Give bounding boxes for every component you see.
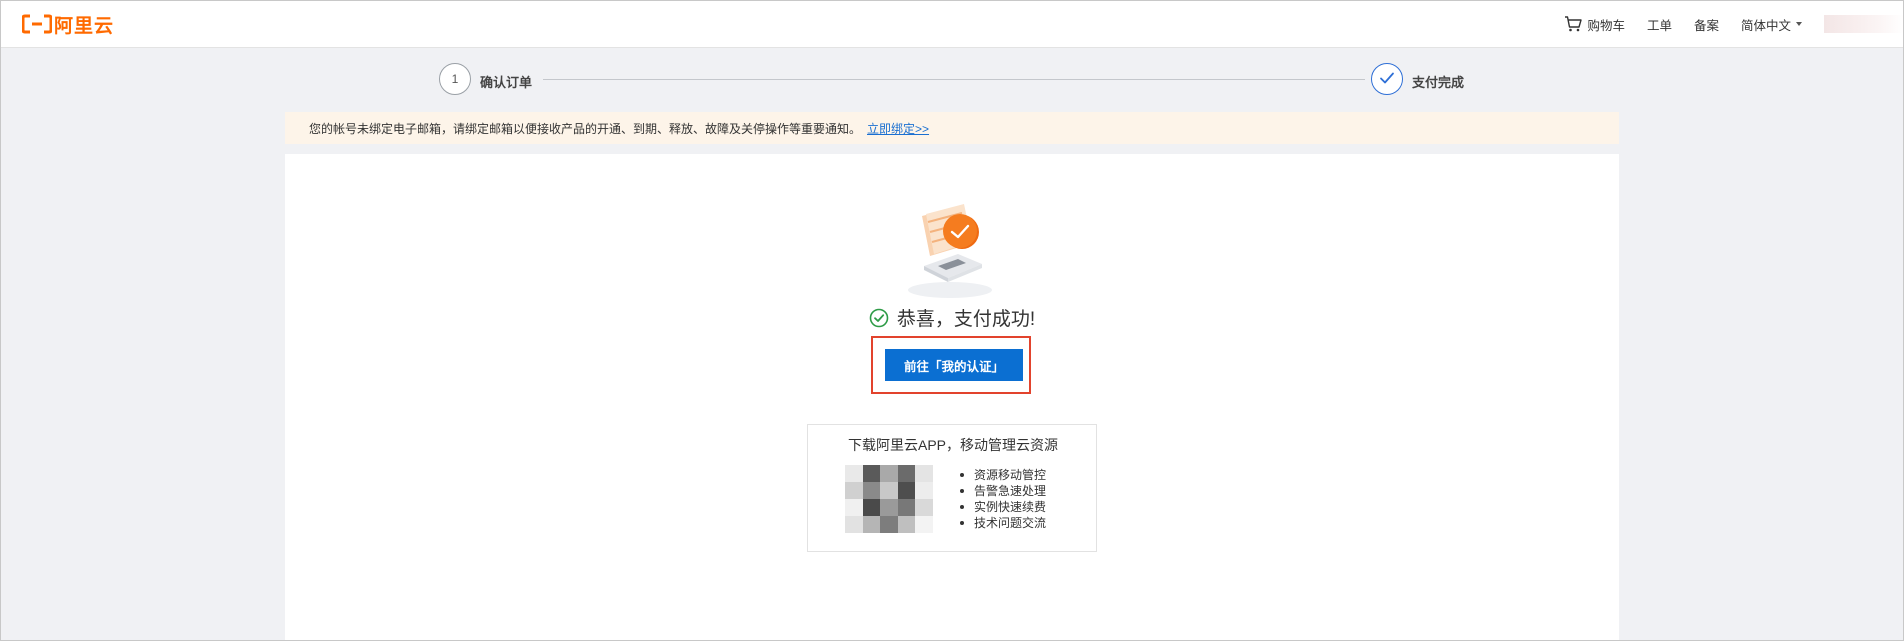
logo-text: 阿里云 xyxy=(54,15,115,37)
qr-code xyxy=(845,465,933,533)
bind-now-link[interactable]: 立即绑定>> xyxy=(867,120,929,137)
email-binding-notice: 您的帐号未绑定电子邮箱，请绑定邮箱以便接收产品的开通、到期、释放、故障及关停操作… xyxy=(285,112,1619,144)
filing-link[interactable]: 备案 xyxy=(1694,15,1719,34)
list-item: 技术问题交流 xyxy=(958,515,1046,531)
list-item: 告警急速处理 xyxy=(958,483,1046,499)
payment-success-message: 恭喜，支付成功! xyxy=(285,304,1619,331)
top-navigation-bar: 阿里云 购物车 工单 备案 简体中文 xyxy=(0,0,1904,48)
step-2-circle xyxy=(1371,63,1403,95)
highlight-box: 前往「我的认证」 xyxy=(871,336,1031,394)
app-download-title: 下载阿里云APP，移动管理云资源 xyxy=(847,437,1058,453)
step-connector-line xyxy=(543,79,1365,80)
ticket-link[interactable]: 工单 xyxy=(1647,15,1672,34)
step-2-label: 支付完成 xyxy=(1412,75,1465,90)
aliyun-logo-icon xyxy=(21,14,53,34)
app-download-box: 下载阿里云APP，移动管理云资源 资源移动管控 告警急速处理 实例快速续费 技术… xyxy=(807,424,1097,552)
check-icon xyxy=(1379,71,1395,88)
app-feature-list: 资源移动管控 告警急速处理 实例快速续费 技术问题交流 xyxy=(958,467,1046,531)
order-progress-steps: 1 确认订单 支付完成 xyxy=(0,62,1904,98)
success-text: 恭喜，支付成功! xyxy=(896,309,1036,330)
cart-icon xyxy=(1564,16,1583,32)
language-selector[interactable]: 简体中文 xyxy=(1741,15,1802,34)
aliyun-logo[interactable]: 阿里云 xyxy=(21,12,115,37)
notice-text: 您的帐号未绑定电子邮箱，请绑定邮箱以便接收产品的开通、到期、释放、故障及关停操作… xyxy=(309,121,862,136)
cart-label: 购物车 xyxy=(1587,18,1625,33)
list-item: 资源移动管控 xyxy=(958,467,1046,483)
language-label: 简体中文 xyxy=(1740,18,1791,33)
payment-illustration xyxy=(900,202,1010,302)
cart-link[interactable]: 购物车 xyxy=(1564,15,1625,34)
success-check-icon xyxy=(869,308,889,328)
header-nav: 购物车 工单 备案 简体中文 xyxy=(1564,0,1904,48)
caret-down-icon xyxy=(1796,22,1802,26)
payment-result-card: 恭喜，支付成功! 前往「我的认证」 下载阿里云APP，移动管理云资源 资源移动管… xyxy=(285,154,1619,641)
list-item: 实例快速续费 xyxy=(958,499,1046,515)
step-1-circle: 1 xyxy=(439,63,471,95)
user-account-avatar[interactable] xyxy=(1824,15,1904,33)
go-to-my-certification-button[interactable]: 前往「我的认证」 xyxy=(885,349,1023,381)
step-1-label: 确认订单 xyxy=(480,75,533,90)
